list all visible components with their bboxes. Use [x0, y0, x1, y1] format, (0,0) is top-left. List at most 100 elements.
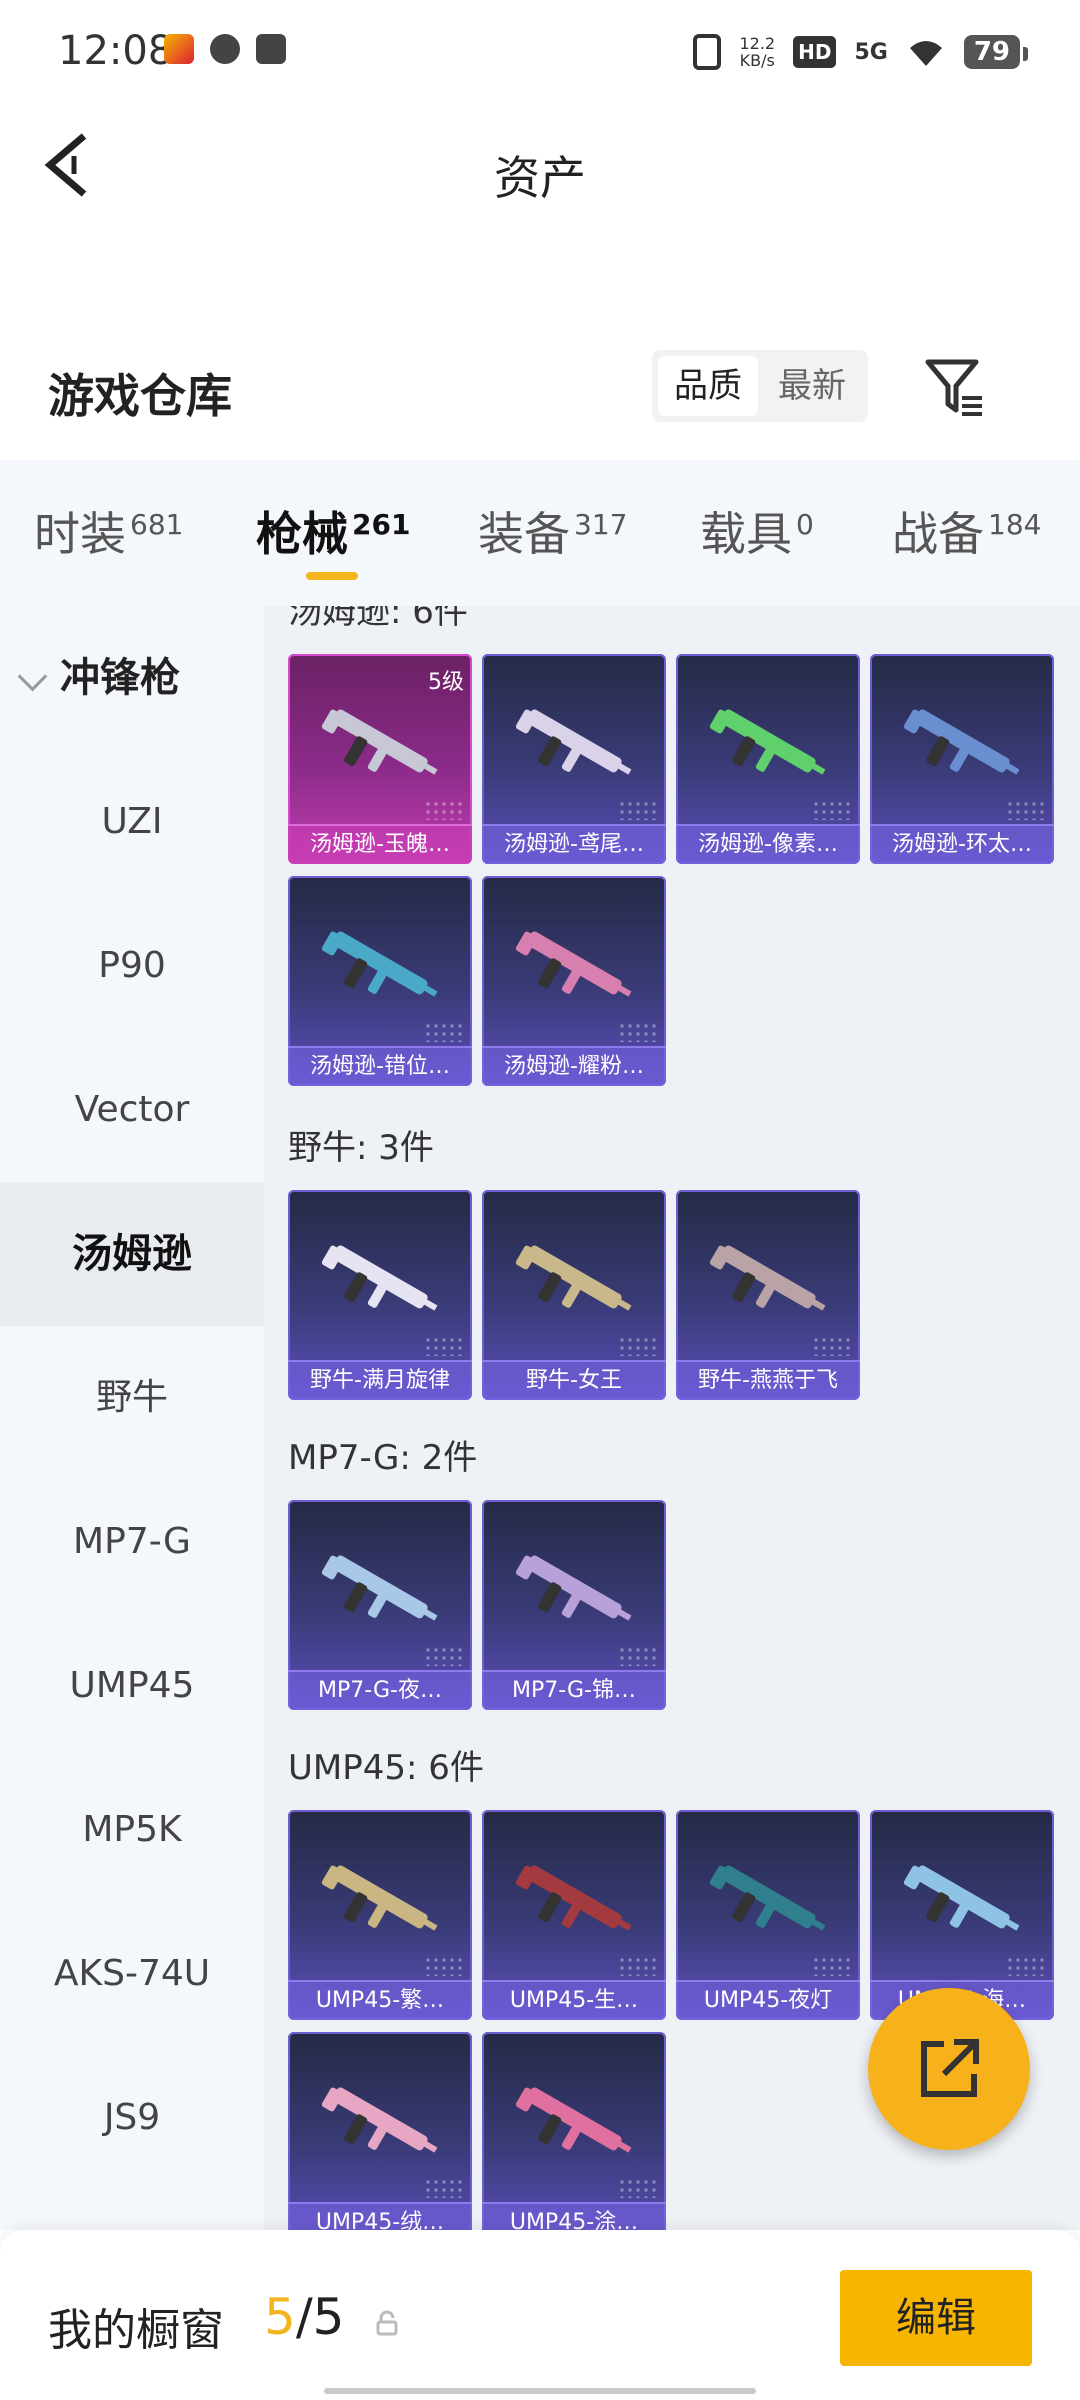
weapon-name: 汤姆逊-像素…: [676, 824, 860, 864]
decorative-pattern: [812, 1336, 852, 1356]
sidebar-item-uzi[interactable]: UZI: [0, 750, 264, 894]
tab-vehicles[interactable]: 载具 0: [700, 498, 814, 564]
weapon-image: [515, 2087, 632, 2153]
net-speed-unit: KB/s: [739, 51, 775, 70]
sidebar-item-bizon[interactable]: 野牛: [0, 1326, 264, 1470]
battery-level: 79: [963, 35, 1029, 69]
weapon-card[interactable]: 汤姆逊-像素…: [676, 654, 860, 864]
weapon-card[interactable]: MP7-G-锦…: [482, 1500, 666, 1710]
decorative-pattern: [424, 800, 464, 820]
message-notification-icon: [256, 34, 286, 64]
weapon-image: [709, 709, 826, 775]
weapon-name: 野牛-燕燕于飞: [676, 1360, 860, 1400]
tab-fashion[interactable]: 时装 681: [34, 498, 183, 564]
weapon-card[interactable]: 汤姆逊-鸢尾…: [482, 654, 666, 864]
weapon-image: [515, 709, 632, 775]
weapon-card[interactable]: UMP45-繁…: [288, 1810, 472, 2020]
weapon-image: [903, 709, 1020, 775]
weapon-name: UMP45-繁…: [288, 1980, 472, 2020]
category-tabs: 时装 681 枪械 261 装备 317 载具 0 战备 184: [0, 460, 1080, 606]
vibrate-icon: [693, 34, 722, 70]
tab-count: 184: [988, 507, 1042, 541]
decorative-pattern: [424, 1956, 464, 1976]
sidebar-item-thompson[interactable]: 汤姆逊: [0, 1182, 264, 1326]
group-label: 野牛: 3件: [288, 1128, 434, 1168]
weapon-card[interactable]: 野牛-女王: [482, 1190, 666, 1400]
weapon-card[interactable]: 野牛-满月旋律: [288, 1190, 472, 1400]
weapon-image: [321, 709, 438, 775]
weapon-image: [515, 1865, 632, 1931]
share-fab-button[interactable]: [868, 1988, 1030, 2150]
weapon-name: 汤姆逊-玉魄…: [288, 824, 472, 864]
decorative-pattern: [618, 800, 658, 820]
weapon-card[interactable]: 汤姆逊-耀粉…: [482, 876, 666, 1086]
weapon-card[interactable]: 汤姆逊-错位…: [288, 876, 472, 1086]
weapon-image: [903, 1865, 1020, 1931]
weapon-card[interactable]: MP7-G-夜…: [288, 1500, 472, 1710]
weapon-name: UMP45-夜灯: [676, 1980, 860, 2020]
sort-latest-button[interactable]: 最新: [762, 356, 862, 416]
tab-firearms[interactable]: 枪械 261: [256, 498, 410, 564]
tab-count: 681: [130, 507, 184, 541]
tab-count: 317: [574, 507, 628, 541]
edit-button[interactable]: 编辑: [840, 2270, 1032, 2366]
weapon-image: [321, 1245, 438, 1311]
sidebar-item-vector[interactable]: Vector: [0, 1038, 264, 1182]
decorative-pattern: [424, 1336, 464, 1356]
tab-supplies[interactable]: 战备 184: [892, 498, 1041, 564]
weapon-name: 野牛-满月旋律: [288, 1360, 472, 1400]
status-indicators: 12.2 KB/s HD 5G 79: [693, 30, 1029, 74]
weapon-card[interactable]: 野牛-燕燕于飞: [676, 1190, 860, 1400]
decorative-pattern: [618, 1956, 658, 1976]
weapon-name: 汤姆逊-环太…: [870, 824, 1054, 864]
weapon-name: UMP45-绒…: [288, 2202, 472, 2230]
weapon-image: [321, 2087, 438, 2153]
weapon-image: [321, 1865, 438, 1931]
weapon-image: [321, 1555, 438, 1621]
weapon-image: [321, 931, 438, 997]
showcase-current: 5: [264, 2288, 296, 2346]
active-tab-indicator: [306, 572, 358, 580]
sidebar-item-p90[interactable]: P90: [0, 894, 264, 1038]
weapon-image: [709, 1245, 826, 1311]
status-bar: 12:08 12.2 KB/s HD 5G 79: [0, 0, 1080, 100]
net-speed-value: 12.2: [739, 34, 776, 53]
top-header: 资产: [0, 100, 1080, 230]
section-title: 游戏仓库: [48, 369, 232, 423]
chevron-down-icon: [17, 661, 48, 692]
weapon-grid: 汤姆逊: 6件 野牛: 3件 MP7-G: 2件 UMP45: 6件 5级 汤姆逊…: [264, 606, 1080, 2230]
weapon-card[interactable]: UMP45-生…: [482, 1810, 666, 2020]
level-badge: 5级: [428, 670, 464, 695]
sidebar-item-aks74u[interactable]: AKS-74U: [0, 1902, 264, 2046]
weapon-card[interactable]: UMP45-夜灯: [676, 1810, 860, 2020]
sidebar-item-ump45[interactable]: UMP45: [0, 1614, 264, 1758]
decorative-pattern: [618, 1336, 658, 1356]
weapon-card[interactable]: UMP45-绒…: [288, 2032, 472, 2230]
sidebar-item-mp5k[interactable]: MP5K: [0, 1758, 264, 1902]
weapon-name: 野牛-女王: [482, 1360, 666, 1400]
weapon-card[interactable]: 汤姆逊-环太…: [870, 654, 1054, 864]
weapon-name: UMP45-涂…: [482, 2202, 666, 2230]
group-label: 汤姆逊: 6件: [288, 606, 468, 632]
filter-button[interactable]: [922, 354, 986, 418]
decorative-pattern: [424, 1646, 464, 1666]
sort-toggle: 品质 最新: [652, 350, 868, 422]
weapon-card[interactable]: 5级汤姆逊-玉魄…: [288, 654, 472, 864]
weapon-name: 汤姆逊-耀粉…: [482, 1046, 666, 1086]
sidebar-item-mp7g[interactable]: MP7-G: [0, 1470, 264, 1614]
weapon-name: 汤姆逊-错位…: [288, 1046, 472, 1086]
sidebar-item-js9[interactable]: JS9: [0, 2046, 264, 2190]
weapon-card[interactable]: UMP45-涂…: [482, 2032, 666, 2230]
page-title: 资产: [494, 151, 586, 205]
sidebar-group-smg[interactable]: 冲锋枪: [0, 606, 264, 750]
weapon-image: [709, 1865, 826, 1931]
decorative-pattern: [812, 800, 852, 820]
tab-equipment[interactable]: 装备 317: [478, 498, 627, 564]
weapon-image: [515, 1555, 632, 1621]
network-type: 5G: [854, 39, 888, 65]
sidebar-group-label: 冲锋枪: [60, 655, 180, 701]
showcase-separator: /: [295, 2288, 313, 2346]
link-notification-icon: [210, 34, 240, 64]
weapon-name: 汤姆逊-鸢尾…: [482, 824, 666, 864]
sort-quality-button[interactable]: 品质: [658, 356, 758, 416]
